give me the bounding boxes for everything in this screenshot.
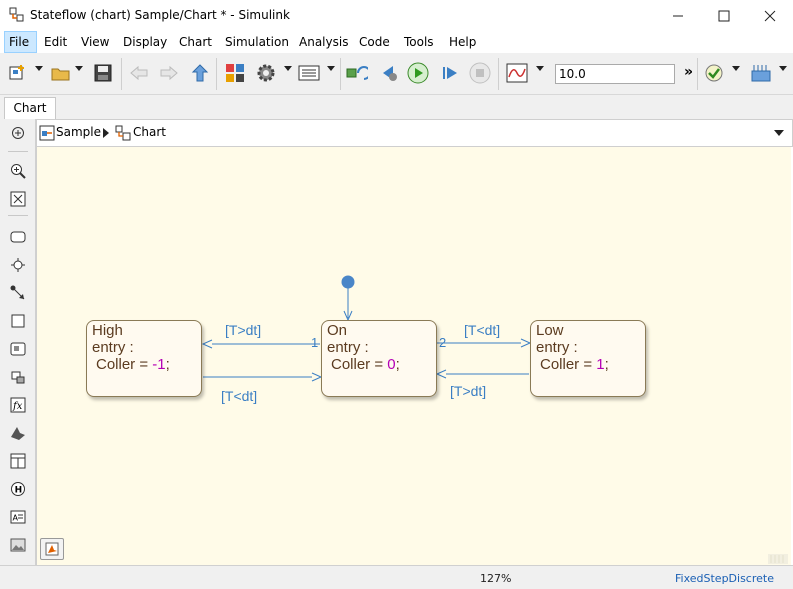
state-name: On [327, 322, 348, 339]
state-entry-label: entry : [92, 339, 134, 356]
state-value: 0 [387, 356, 396, 373]
state-name: Low [536, 322, 564, 339]
state-name: High [92, 322, 123, 339]
explorer-bar-toggle-icon[interactable] [40, 538, 64, 560]
state-entry-action: Coller = 0; [331, 356, 400, 373]
zoom-level: 127% [480, 572, 512, 585]
solver-link[interactable]: FixedStepDiscrete [675, 572, 774, 585]
transition-label-high-to-on[interactable]: [T<dt] [221, 388, 257, 404]
transition-order-2: 2 [439, 335, 447, 350]
arrowhead-on-to-low [520, 338, 532, 348]
default-transition-dot[interactable] [341, 275, 355, 289]
transition-order-1: 1 [311, 335, 319, 350]
arrowhead-low-to-on [435, 369, 447, 379]
state-entry-action: Coller = -1; [96, 356, 170, 373]
transition-label-on-to-high[interactable]: [T>dt] [225, 322, 261, 338]
transition-label-on-to-low[interactable]: [T<dt] [464, 322, 500, 338]
state-entry-label: entry : [327, 339, 369, 356]
state-on[interactable]: On entry : Coller = 0; [321, 320, 437, 397]
state-value: 1 [596, 356, 605, 373]
state-value: -1 [152, 356, 166, 373]
transition-label-low-to-on[interactable]: [T>dt] [450, 383, 486, 399]
arrowhead-on-to-high [201, 339, 213, 349]
arrowhead-high-to-on [311, 372, 323, 382]
state-low[interactable]: Low entry : Coller = 1; [530, 320, 646, 397]
resize-grip-icon[interactable] [768, 553, 788, 564]
state-high[interactable]: High entry : Coller = -1; [86, 320, 202, 397]
state-entry-label: entry : [536, 339, 578, 356]
state-entry-action: Coller = 1; [540, 356, 609, 373]
transition-layer [201, 275, 532, 382]
